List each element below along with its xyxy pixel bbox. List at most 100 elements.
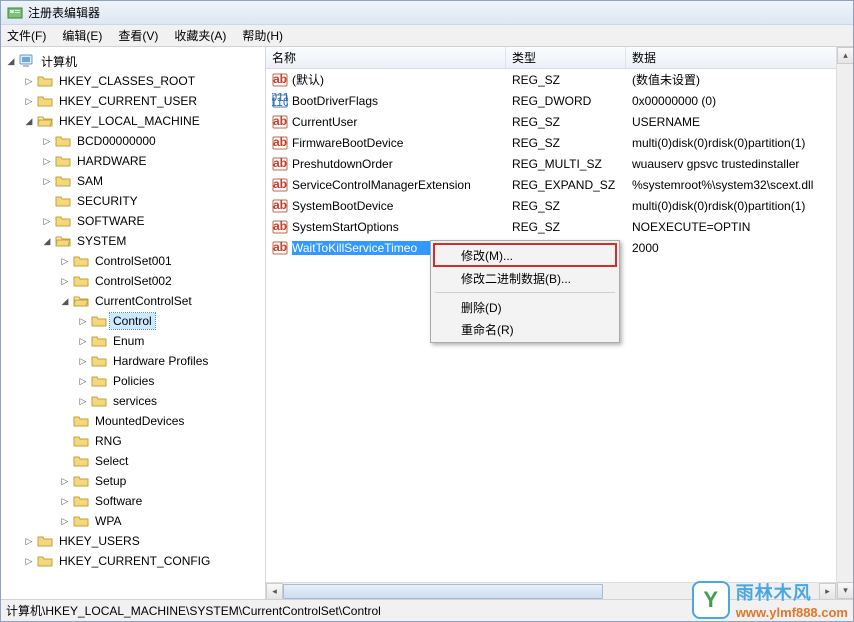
tree-item-ccs[interactable]: CurrentControlSet (92, 293, 195, 309)
svg-text:ab: ab (273, 156, 287, 170)
scroll-up-icon[interactable]: ▴ (837, 47, 853, 64)
list-header: 名称 类型 数据 (266, 47, 853, 69)
folder-icon (73, 453, 89, 469)
list-row[interactable]: abCurrentUserREG_SZUSERNAME (266, 111, 853, 132)
list-row[interactable]: abFirmwareBootDeviceREG_SZmulti(0)disk(0… (266, 132, 853, 153)
menu-favorites[interactable]: 收藏夹(A) (174, 27, 226, 44)
tree-item-software[interactable]: SOFTWARE (74, 213, 148, 229)
string-value-icon: ab (272, 177, 288, 193)
column-header-type[interactable]: 类型 (506, 47, 626, 68)
expander-icon[interactable]: ▷ (23, 95, 35, 107)
expander-icon[interactable]: ▷ (77, 315, 89, 327)
expander-icon[interactable]: ▷ (41, 215, 53, 227)
expander-icon[interactable]: ▷ (59, 495, 71, 507)
menu-help[interactable]: 帮助(H) (242, 27, 283, 44)
expander-icon[interactable]: ▷ (77, 355, 89, 367)
expander-icon[interactable]: ▷ (77, 395, 89, 407)
tree-item-cs002[interactable]: ControlSet002 (92, 273, 175, 289)
tree-item-sam[interactable]: SAM (74, 173, 106, 189)
string-value-icon: ab (272, 156, 288, 172)
ctx-delete[interactable]: 删除(D) (433, 296, 617, 318)
string-value-icon: ab (272, 198, 288, 214)
tree-item-system[interactable]: SYSTEM (74, 233, 129, 249)
list-row[interactable]: 011110BootDriverFlagsREG_DWORD0x00000000… (266, 90, 853, 111)
expander-icon[interactable]: ▷ (59, 475, 71, 487)
column-header-name[interactable]: 名称 (266, 47, 506, 68)
tree-item-cs001[interactable]: ControlSet001 (92, 253, 175, 269)
value-data: wuauserv gpsvc trustedinstaller (626, 157, 851, 171)
value-type: REG_DWORD (506, 94, 626, 108)
expander-icon[interactable]: ◢ (23, 115, 35, 127)
menu-file[interactable]: 文件(F) (7, 27, 46, 44)
tree-item-mounted[interactable]: MountedDevices (92, 413, 187, 429)
tree-item-software2[interactable]: Software (92, 493, 145, 509)
expander-icon[interactable]: ▷ (77, 335, 89, 347)
svg-text:ab: ab (273, 198, 287, 212)
window-title: 注册表编辑器 (28, 4, 100, 21)
value-name: PreshutdownOrder (292, 157, 506, 171)
tree-item-setup[interactable]: Setup (92, 473, 129, 489)
tree-item-hkcu[interactable]: HKEY_CURRENT_USER (56, 93, 200, 109)
folder-icon (91, 353, 107, 369)
value-data: %systemroot%\system32\scext.dll (626, 178, 851, 192)
tree-item-hwprofiles[interactable]: Hardware Profiles (110, 353, 211, 369)
tree-item-hklm[interactable]: HKEY_LOCAL_MACHINE (56, 113, 203, 129)
expander-icon[interactable]: ▷ (23, 535, 35, 547)
value-type: REG_SZ (506, 220, 626, 234)
tree-item-wpa[interactable]: WPA (92, 513, 124, 529)
expander-icon[interactable]: ▷ (41, 175, 53, 187)
tree-item-hardware[interactable]: HARDWARE (74, 153, 150, 169)
regedit-icon (7, 5, 23, 21)
tree-item-hku[interactable]: HKEY_USERS (56, 533, 143, 549)
tree-item-control[interactable]: Control (110, 313, 155, 329)
expander-icon[interactable]: ◢ (5, 55, 17, 67)
tree-item-services[interactable]: services (110, 393, 160, 409)
folder-icon (55, 193, 71, 209)
expander-icon[interactable]: ▷ (41, 155, 53, 167)
folder-icon (37, 73, 53, 89)
tree-item-enum[interactable]: Enum (110, 333, 147, 349)
list-row[interactable]: abSystemBootDeviceREG_SZmulti(0)disk(0)r… (266, 195, 853, 216)
tree-item-policies[interactable]: Policies (110, 373, 157, 389)
expander-icon[interactable]: ◢ (41, 235, 53, 247)
list-row[interactable]: abServiceControlManagerExtensionREG_EXPA… (266, 174, 853, 195)
ctx-modify[interactable]: 修改(M)... (433, 243, 617, 267)
value-name: CurrentUser (292, 115, 506, 129)
expander-icon[interactable]: ▷ (23, 555, 35, 567)
value-name: SystemStartOptions (292, 220, 506, 234)
value-data: multi(0)disk(0)rdisk(0)partition(1) (626, 199, 851, 213)
tree-item-bcd[interactable]: BCD00000000 (74, 133, 159, 149)
ctx-modify-binary[interactable]: 修改二进制数据(B)... (433, 267, 617, 289)
tree-item-hkcr[interactable]: HKEY_CLASSES_ROOT (56, 73, 198, 89)
expander-icon[interactable]: ◢ (59, 295, 71, 307)
tree-item-computer[interactable]: 计算机 (38, 52, 80, 71)
expander-icon[interactable]: ▷ (41, 135, 53, 147)
list-row[interactable]: ab(默认)REG_SZ(数值未设置) (266, 69, 853, 90)
expander-icon[interactable]: ▷ (59, 275, 71, 287)
folder-icon (55, 133, 71, 149)
ctx-rename[interactable]: 重命名(R) (433, 318, 617, 340)
menu-bar: 文件(F) 编辑(E) 查看(V) 收藏夹(A) 帮助(H) (1, 25, 853, 47)
scroll-left-icon[interactable]: ◂ (266, 583, 283, 600)
folder-icon (55, 173, 71, 189)
list-row[interactable]: abSystemStartOptionsREG_SZ NOEXECUTE=OPT… (266, 216, 853, 237)
expander-icon[interactable]: ▷ (23, 75, 35, 87)
expander-icon[interactable]: ▷ (59, 255, 71, 267)
tree-item-rng[interactable]: RNG (92, 433, 125, 449)
tree-item-hkcc[interactable]: HKEY_CURRENT_CONFIG (56, 553, 213, 569)
ctx-separator (435, 292, 615, 293)
value-name: (默认) (292, 71, 506, 88)
expander-icon[interactable]: ▷ (59, 515, 71, 527)
svg-text:ab: ab (273, 114, 287, 128)
scroll-thumb[interactable] (283, 584, 603, 599)
expander-icon[interactable]: ▷ (77, 375, 89, 387)
menu-view[interactable]: 查看(V) (118, 27, 158, 44)
column-header-data[interactable]: 数据 (626, 47, 853, 68)
tree-pane[interactable]: ◢ 计算机 ▷ HKEY_CLASSES_ROOT ▷ HKEY_CURRENT_U… (1, 47, 266, 599)
list-row[interactable]: abPreshutdownOrderREG_MULTI_SZwuauserv g… (266, 153, 853, 174)
svg-text:ab: ab (273, 177, 287, 191)
vertical-scrollbar[interactable]: ▴ ▾ (836, 47, 853, 599)
menu-edit[interactable]: 编辑(E) (62, 27, 102, 44)
tree-item-security[interactable]: SECURITY (74, 193, 141, 209)
tree-item-select[interactable]: Select (92, 453, 131, 469)
